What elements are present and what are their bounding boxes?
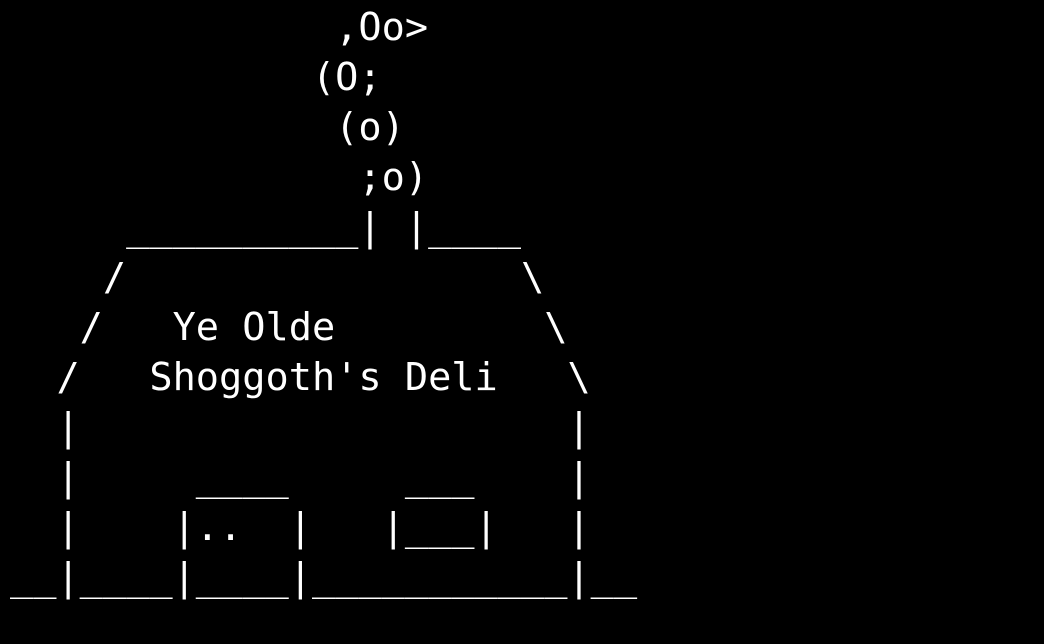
sign-line-1: / Ye Olde \ bbox=[10, 305, 568, 350]
terminal-screen: ,Oo> (O; (o) ;o) __________| |____ / \ /… bbox=[0, 0, 1044, 644]
smoke-line-2: (O; bbox=[10, 55, 382, 100]
roof-chimney-line: __________| |____ bbox=[10, 205, 521, 250]
smoke-line-4: ;o) bbox=[10, 155, 429, 200]
ground-line: __|____|____|___________|__ bbox=[10, 555, 638, 600]
wall-line-1: | | bbox=[10, 405, 591, 450]
door-window-top: | ____ ___ | bbox=[10, 455, 591, 500]
sign-line-2: / Shoggoth's Deli \ bbox=[10, 355, 591, 400]
door-window-mid: | |.. | |___| | bbox=[10, 505, 591, 550]
smoke-line-3: (o) bbox=[10, 105, 405, 150]
smoke-line-1: ,Oo> bbox=[10, 5, 429, 50]
roof-line-1: / \ bbox=[10, 255, 545, 300]
